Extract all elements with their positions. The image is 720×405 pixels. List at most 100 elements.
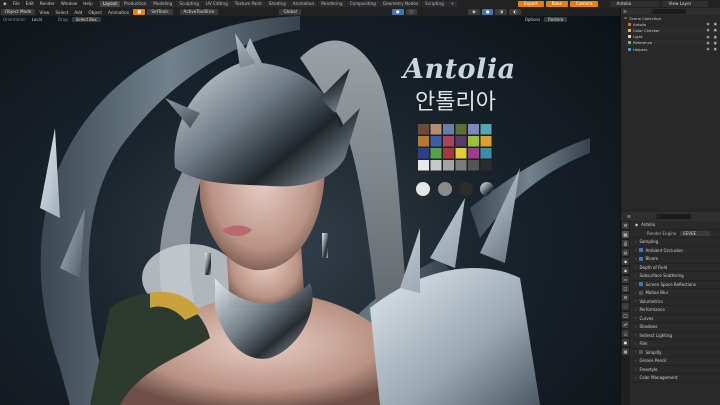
settools-dropdown[interactable]: SetTools [147,9,173,15]
camera-button[interactable]: Camera [570,1,599,7]
panel-freestyle[interactable]: › Freestyle [632,366,720,374]
select-box-dropdown[interactable]: Select Box [71,16,101,23]
shading-render-icon[interactable]: ◐ [509,9,521,15]
panel-indirect-lighting[interactable]: › Indirect Lighting [632,332,720,340]
workspace-tab-sculpting[interactable]: Sculpting [176,1,202,7]
view-layer-tab-icon[interactable]: ▤ [622,249,629,256]
modifier-tab-icon[interactable]: ⚙ [622,294,629,301]
chevron-right-icon[interactable]: › [635,291,636,295]
workspace-tab-scripting[interactable]: Scripting [422,1,447,7]
properties-menu-icon[interactable]: ☰ [627,214,631,219]
panel-color-management[interactable]: › Color Management [632,374,720,383]
render-camera-icon[interactable]: ▣ [714,22,717,26]
scene-tab-icon[interactable]: ◆ [622,258,629,265]
chevron-right-icon[interactable]: › [635,274,636,278]
workspace-tab-geometry-nodes[interactable]: Geometry Nodes [379,1,422,7]
panel-checkbox[interactable] [639,248,644,253]
panel-checkbox[interactable] [639,282,644,287]
outliner-filter-icon[interactable]: ☰ [623,9,627,14]
chevron-right-icon[interactable]: › [635,257,636,261]
active-tool-dropdown[interactable]: ActiveToolSlice [179,9,219,15]
panel-sampling[interactable]: › Sampling [632,238,720,247]
render-engine-dropdown[interactable]: EEVEE [680,230,711,236]
panel-subsurface-scattering[interactable]: › Subsurface Scattering [632,272,720,281]
workspace-tab-texture-paint[interactable]: Texture Paint [231,1,265,7]
panel-performance[interactable]: › Performance [632,306,720,315]
panel-film[interactable]: › Film [632,340,720,349]
menu-help[interactable]: Help [80,0,96,8]
chevron-right-icon[interactable]: › [635,265,636,269]
panel-bloom[interactable]: › Bloom [632,255,720,264]
data-tab-icon[interactable]: △ [622,330,629,337]
menu-render[interactable]: Render [37,0,58,8]
particles-tab-icon[interactable]: ∴ [622,303,629,310]
object-menu[interactable]: Object [85,9,105,16]
chevron-right-icon[interactable]: › [635,359,636,363]
panel-checkbox[interactable] [639,350,644,355]
export-button[interactable]: Export [518,1,544,7]
visibility-eye-icon[interactable]: ◉ [706,22,709,26]
physics-tab-icon[interactable]: ◯ [622,312,629,319]
scene-selector[interactable]: Antolia [610,1,661,7]
visibility-eye-icon[interactable]: ◉ [706,41,709,45]
shading-solid-icon[interactable]: ● [481,9,494,15]
chevron-right-icon[interactable]: › [635,248,636,252]
material-tab-icon[interactable]: ● [622,339,629,346]
3d-viewport[interactable]: Object Mode View Select Add Object Anima… [0,8,620,405]
panel-shadows[interactable]: › Shadows [632,323,720,332]
view-menu[interactable]: View [36,9,52,16]
workspace-tab-production[interactable]: Production [121,1,150,7]
select-menu[interactable]: Select [52,9,71,16]
chevron-right-icon[interactable]: › [635,325,636,329]
blender-logo-icon[interactable]: ◉ [0,0,10,8]
settools-icon[interactable]: ■ [133,9,146,15]
collection-tab-icon[interactable]: ▭ [622,276,629,283]
menu-file[interactable]: File [10,0,23,8]
object-tab-icon[interactable]: □ [622,285,629,292]
panel-motion-blur[interactable]: › Motion Blur [632,289,720,298]
panel-checkbox[interactable] [639,256,644,261]
chevron-right-icon[interactable]: › [635,350,636,354]
outliner-item[interactable]: Helpers ◉ ▣ [621,46,720,52]
snap-icon[interactable]: ● [391,9,404,15]
chevron-right-icon[interactable]: › [635,342,636,346]
chevron-right-icon[interactable]: › [635,367,636,371]
chevron-right-icon[interactable]: › [635,308,636,312]
tool-tab-icon[interactable]: ⚒ [622,222,629,229]
world-tab-icon[interactable]: ◉ [622,267,629,274]
workspace-tab-uv-editing[interactable]: UV Editing [202,1,231,7]
visibility-eye-icon[interactable]: ◉ [706,47,709,51]
properties-search-input[interactable]: ⌕ [655,214,691,219]
texture-tab-icon[interactable]: ▦ [622,348,629,355]
render-camera-icon[interactable]: ▣ [714,41,717,45]
options-dropdown[interactable]: Options [522,16,543,23]
chevron-right-icon[interactable]: › [635,333,636,337]
object-mode-dropdown[interactable]: Object Mode [1,9,36,15]
workspace-tab-compositing[interactable]: Compositing [346,1,379,7]
workspace-tab-modeling[interactable]: Modeling [150,1,176,7]
chevron-right-icon[interactable]: › [635,282,636,286]
transform-global-dropdown[interactable]: Global [279,9,301,15]
render-camera-icon[interactable]: ▣ [714,47,717,51]
panel-grease-pencil[interactable]: › Grease Pencil [632,357,720,366]
panel-simplify[interactable]: › Simplify [632,349,720,357]
menu-window[interactable]: Window [58,0,81,8]
workspace-tab-layout[interactable]: Layout [99,1,121,7]
chevron-right-icon[interactable]: › [635,299,636,303]
add-workspace-button[interactable]: + [447,1,458,7]
workspace-tab-shading[interactable]: Shading [265,1,289,7]
add-menu[interactable]: Add [71,9,85,16]
local-dropdown[interactable]: Local [29,16,45,23]
bake-button[interactable]: Bake [545,1,569,7]
overlay-icon[interactable]: ◉ [468,9,480,15]
panel-curves[interactable]: › Curves [632,315,720,323]
shading-material-icon[interactable]: ◑ [495,9,508,15]
animation-menu[interactable]: Animation [105,9,132,16]
view-layer-selector[interactable]: View Layer [662,1,709,7]
panel-depth-of-field[interactable]: › Depth of Field [632,264,720,272]
proportional-edit-icon[interactable]: ○ [405,9,418,15]
output-tab-icon[interactable]: ⎙ [622,240,629,247]
workspace-tab-animation[interactable]: Animation [289,1,318,7]
constraints-tab-icon[interactable]: ☍ [622,321,629,328]
panel-ambient-occlusion[interactable]: › Ambient Occlusion [632,247,720,255]
